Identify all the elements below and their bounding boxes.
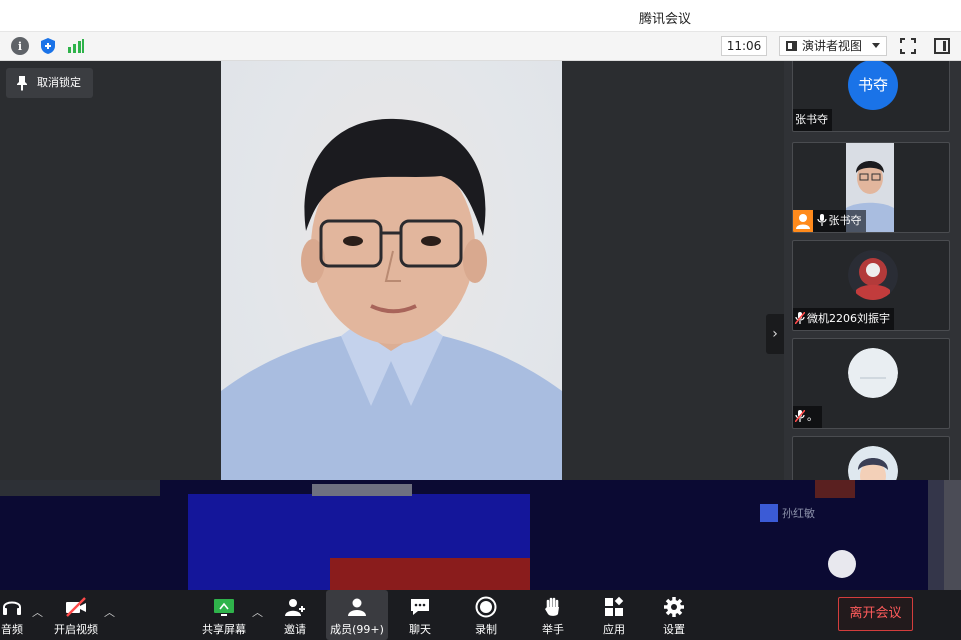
chevron-up-icon[interactable]: ︿ bbox=[252, 604, 263, 620]
speaker-view: 取消锁定 › bbox=[0, 61, 784, 496]
chevron-right-icon: › bbox=[772, 326, 778, 342]
unlock-label: 取消锁定 bbox=[37, 76, 81, 89]
participant-name: 孙红敏 bbox=[760, 504, 815, 522]
meeting-time: 11:06 bbox=[721, 36, 767, 56]
avatar bbox=[848, 250, 898, 300]
avatar: 书夺 bbox=[848, 61, 898, 110]
share-screen-button[interactable]: 共享屏幕 bbox=[200, 590, 248, 640]
speaker-video-image bbox=[221, 118, 562, 496]
hand-icon bbox=[545, 597, 559, 616]
members-label: 成员(99+) bbox=[330, 623, 384, 636]
meeting-controls: 音频 ︿ 开启视频 ︿ 共享屏幕 ︿ 邀请 成员(99+) 聊天 录制 举手 应… bbox=[0, 590, 961, 640]
info-icon[interactable]: i bbox=[11, 37, 29, 55]
pin-icon bbox=[17, 76, 27, 91]
participant-name: 张书夺 bbox=[793, 210, 866, 232]
participant-tile[interactable]: 张书夺 bbox=[792, 142, 950, 233]
video-glitch-region: 孙红敏 bbox=[0, 480, 961, 590]
participant-tile[interactable]: 书夺 张书夺 bbox=[792, 61, 950, 132]
user-icon bbox=[760, 504, 778, 522]
chevron-up-icon[interactable]: ︿ bbox=[32, 604, 43, 620]
gear-icon bbox=[664, 597, 684, 617]
leave-meeting-button[interactable]: 离开会议 bbox=[838, 597, 913, 631]
chevron-down-icon bbox=[872, 43, 880, 48]
members-icon bbox=[348, 598, 366, 616]
chat-label: 聊天 bbox=[409, 623, 431, 636]
view-mode-select[interactable]: 演讲者视图 bbox=[779, 36, 887, 56]
share-screen-icon bbox=[214, 599, 234, 616]
invite-button[interactable]: 邀请 bbox=[280, 590, 310, 640]
members-button[interactable]: 成员(99+) bbox=[326, 590, 388, 640]
user-icon bbox=[793, 210, 813, 232]
participant-name: 微机2206刘振宇 bbox=[793, 308, 894, 330]
settings-button[interactable]: 设置 bbox=[658, 590, 690, 640]
chat-icon bbox=[411, 599, 429, 615]
settings-label: 设置 bbox=[663, 623, 685, 636]
signal-icon[interactable] bbox=[67, 37, 85, 55]
window-title: 腾讯会议 bbox=[638, 12, 691, 27]
camera-off-icon bbox=[66, 597, 86, 617]
raise-hand-label: 举手 bbox=[542, 623, 564, 636]
audio-button[interactable]: 音频 bbox=[0, 590, 32, 640]
invite-label: 邀请 bbox=[284, 623, 306, 636]
fullscreen-icon[interactable] bbox=[900, 38, 916, 54]
chat-button[interactable]: 聊天 bbox=[404, 590, 436, 640]
sidebar-toggle-icon[interactable] bbox=[934, 38, 950, 54]
share-label: 共享屏幕 bbox=[202, 623, 246, 636]
participant-name: 张书夺 bbox=[793, 109, 832, 131]
participant-list: 书夺 张书夺 张书夺 微机2206刘振宇 。 bbox=[784, 61, 961, 496]
participant-name: 。 bbox=[793, 406, 822, 428]
meeting-toolbar: i 11:06 演讲者视图 bbox=[0, 32, 961, 61]
view-mode-label: 演讲者视图 bbox=[802, 39, 863, 53]
audio-label: 音频 bbox=[1, 623, 23, 636]
shield-icon[interactable] bbox=[39, 37, 57, 55]
layout-icon bbox=[786, 41, 797, 51]
record-label: 录制 bbox=[475, 623, 497, 636]
raise-hand-button[interactable]: 举手 bbox=[537, 590, 569, 640]
apps-label: 应用 bbox=[603, 623, 625, 636]
participant-tile[interactable]: 。 bbox=[792, 338, 950, 429]
unlock-pin-button[interactable]: 取消锁定 bbox=[6, 68, 93, 98]
apps-button[interactable]: 应用 bbox=[598, 590, 630, 640]
participant-tile[interactable]: 微机2206刘振宇 bbox=[792, 240, 950, 331]
apps-icon bbox=[605, 596, 624, 616]
video-button[interactable]: 开启视频 bbox=[52, 590, 100, 640]
record-button[interactable]: 录制 bbox=[470, 590, 502, 640]
add-user-icon bbox=[285, 599, 305, 616]
mic-off-icon bbox=[795, 410, 805, 422]
title-bar: 腾讯会议 bbox=[0, 0, 961, 32]
chevron-up-icon[interactable]: ︿ bbox=[104, 604, 115, 620]
main-video[interactable] bbox=[221, 61, 562, 496]
mic-icon bbox=[816, 214, 827, 226]
avatar bbox=[848, 348, 898, 398]
headset-icon bbox=[3, 601, 21, 615]
collapse-sidebar-button[interactable]: › bbox=[766, 314, 784, 354]
video-label: 开启视频 bbox=[54, 623, 98, 636]
mic-off-icon bbox=[795, 312, 805, 324]
record-icon bbox=[475, 596, 497, 618]
